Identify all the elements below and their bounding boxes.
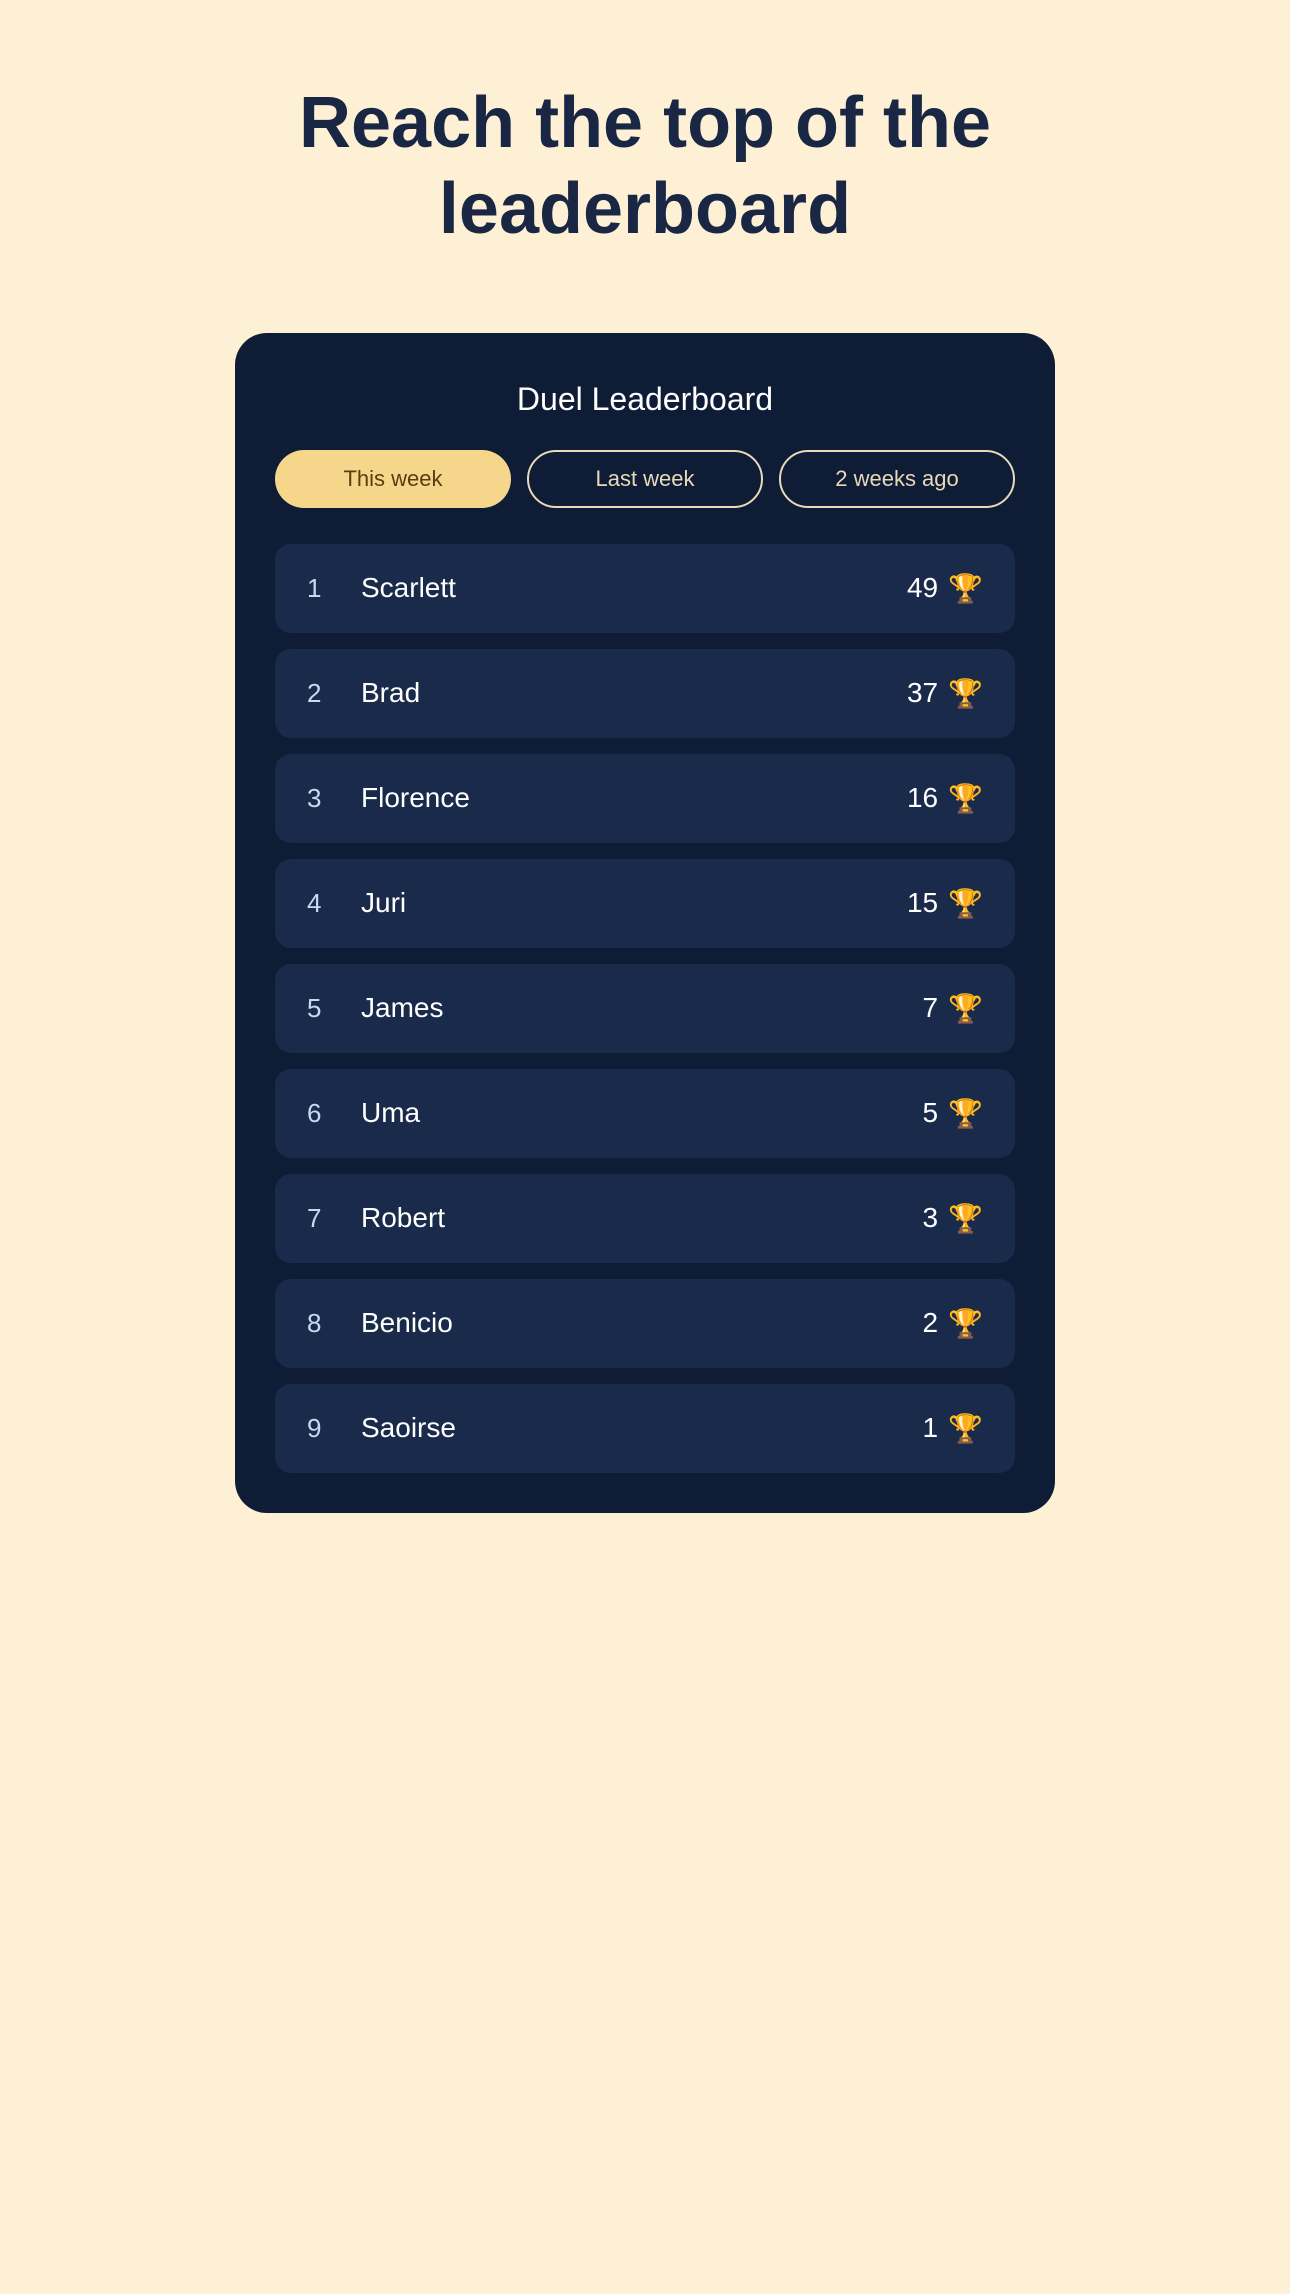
player-score: 2	[923, 1307, 939, 1339]
rank-number: 5	[307, 993, 337, 1024]
player-name: Uma	[361, 1097, 420, 1129]
row-left: 6 Uma	[307, 1097, 420, 1129]
leaderboard-row: 3 Florence 16 🏆	[275, 754, 1015, 843]
rank-number: 1	[307, 573, 337, 604]
player-name: Brad	[361, 677, 420, 709]
leaderboard-row: 5 James 7 🏆	[275, 964, 1015, 1053]
score-area: 15 🏆	[907, 887, 983, 920]
score-area: 5 🏆	[923, 1097, 983, 1130]
rank-number: 3	[307, 783, 337, 814]
row-left: 8 Benicio	[307, 1307, 453, 1339]
leaderboard-row: 8 Benicio 2 🏆	[275, 1279, 1015, 1368]
row-left: 4 Juri	[307, 887, 406, 919]
player-score: 15	[907, 887, 938, 919]
page-title: Reach the top of the leaderboard	[299, 80, 991, 253]
trophy-icon: 🏆	[948, 782, 983, 815]
leaderboard-row: 4 Juri 15 🏆	[275, 859, 1015, 948]
player-score: 5	[923, 1097, 939, 1129]
player-score: 37	[907, 677, 938, 709]
row-left: 5 James	[307, 992, 443, 1024]
rank-number: 7	[307, 1203, 337, 1234]
tab-this-week[interactable]: This week	[275, 450, 511, 508]
player-name: Scarlett	[361, 572, 456, 604]
player-score: 1	[923, 1412, 939, 1444]
leaderboard-row: 9 Saoirse 1 🏆	[275, 1384, 1015, 1473]
player-score: 16	[907, 782, 938, 814]
row-left: 1 Scarlett	[307, 572, 456, 604]
tab-two-weeks-ago[interactable]: 2 weeks ago	[779, 450, 1015, 508]
player-name: Saoirse	[361, 1412, 456, 1444]
leaderboard-row: 1 Scarlett 49 🏆	[275, 544, 1015, 633]
player-name: James	[361, 992, 443, 1024]
card-title: Duel Leaderboard	[275, 381, 1015, 418]
score-area: 2 🏆	[923, 1307, 983, 1340]
rank-number: 2	[307, 678, 337, 709]
row-left: 9 Saoirse	[307, 1412, 456, 1444]
trophy-icon: 🏆	[948, 1202, 983, 1235]
trophy-icon: 🏆	[948, 677, 983, 710]
score-area: 49 🏆	[907, 572, 983, 605]
leaderboard-row: 2 Brad 37 🏆	[275, 649, 1015, 738]
player-name: Florence	[361, 782, 470, 814]
trophy-icon: 🏆	[948, 1412, 983, 1445]
score-area: 3 🏆	[923, 1202, 983, 1235]
leaderboard-row: 6 Uma 5 🏆	[275, 1069, 1015, 1158]
trophy-icon: 🏆	[948, 992, 983, 1025]
leaderboard-card: Duel Leaderboard This week Last week 2 w…	[235, 333, 1055, 1513]
score-area: 7 🏆	[923, 992, 983, 1025]
score-area: 1 🏆	[923, 1412, 983, 1445]
player-score: 49	[907, 572, 938, 604]
rank-number: 4	[307, 888, 337, 919]
trophy-icon: 🏆	[948, 887, 983, 920]
trophy-icon: 🏆	[948, 572, 983, 605]
player-name: Robert	[361, 1202, 445, 1234]
rank-number: 6	[307, 1098, 337, 1129]
leaderboard-row: 7 Robert 3 🏆	[275, 1174, 1015, 1263]
row-left: 3 Florence	[307, 782, 470, 814]
player-name: Benicio	[361, 1307, 453, 1339]
trophy-icon: 🏆	[948, 1097, 983, 1130]
player-name: Juri	[361, 887, 406, 919]
tab-last-week[interactable]: Last week	[527, 450, 763, 508]
row-left: 7 Robert	[307, 1202, 445, 1234]
leaderboard-list: 1 Scarlett 49 🏆 2 Brad 37 🏆 3 Florence	[275, 544, 1015, 1473]
trophy-icon: 🏆	[948, 1307, 983, 1340]
rank-number: 9	[307, 1413, 337, 1444]
player-score: 7	[923, 992, 939, 1024]
tab-bar: This week Last week 2 weeks ago	[275, 450, 1015, 508]
score-area: 16 🏆	[907, 782, 983, 815]
rank-number: 8	[307, 1308, 337, 1339]
row-left: 2 Brad	[307, 677, 420, 709]
score-area: 37 🏆	[907, 677, 983, 710]
player-score: 3	[923, 1202, 939, 1234]
